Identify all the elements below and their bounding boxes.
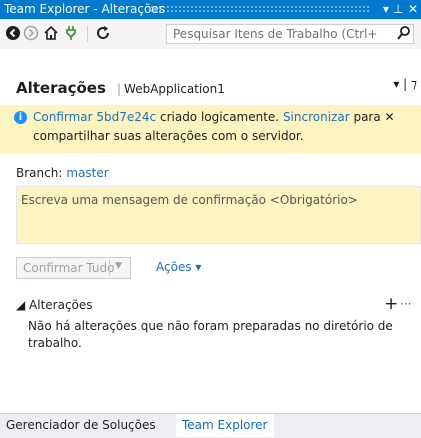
notice-text-middle: criado logicamente. (156, 110, 283, 124)
refresh-icon[interactable] (94, 25, 112, 43)
close-icon[interactable]: ✕ (408, 1, 418, 17)
toolbar: Pesquisar Itens de Trabalho (Ctrl+ (0, 19, 421, 49)
branch-info: Branch: master (16, 166, 109, 180)
page-menu-dropdown[interactable]: ▾ | ⁊ (393, 77, 417, 91)
more-options-icon[interactable]: ··· (400, 297, 411, 311)
commit-message-placeholder: Escreva uma mensagem de confirmação <Obr… (21, 193, 358, 207)
pin-icon[interactable]: ▾ ⊥ (383, 1, 403, 17)
window-title-bar: Team Explorer - Alterações ▾ ⊥ ✕ (0, 0, 421, 19)
changes-section-header[interactable]: ◢ Alterações (16, 298, 93, 312)
page-subtitle: | WebApplication1 (117, 82, 225, 96)
commit-link[interactable]: Confirmar 5bd7e24c (33, 110, 156, 124)
branch-label: Branch: (16, 166, 63, 180)
toolbar-separator (87, 26, 88, 42)
split-separator (109, 260, 110, 276)
tab-team-explorer[interactable]: Team Explorer (176, 414, 274, 437)
search-icon[interactable] (397, 25, 411, 45)
info-notice: i Confirmar 5bd7e24c criado logicamente.… (0, 105, 421, 153)
page-header: Alterações | WebApplication1 ▾ | ⁊ (0, 49, 421, 105)
page-title: Alterações (16, 79, 106, 97)
connect-icon[interactable] (62, 25, 80, 43)
search-placeholder: Pesquisar Itens de Trabalho (Ctrl+ (173, 27, 378, 41)
search-work-items-input[interactable]: Pesquisar Itens de Trabalho (Ctrl+ (166, 24, 414, 44)
notice-line-2: compartilhar suas alterações com o servi… (33, 129, 304, 143)
close-notice-icon[interactable]: ✕ (385, 110, 395, 124)
commit-all-button[interactable]: Confirmar Tudo ▼ (16, 257, 131, 279)
project-name: WebApplication1 (124, 82, 225, 96)
stage-all-icon[interactable]: + (384, 294, 398, 314)
title-bar-grip[interactable] (150, 5, 370, 13)
back-icon[interactable] (4, 25, 22, 43)
tab-solution-explorer[interactable]: Gerenciador de Soluções (0, 414, 162, 437)
home-icon[interactable] (42, 25, 60, 43)
notice-line-1: Confirmar 5bd7e24c criado logicamente. S… (33, 110, 395, 124)
info-icon: i (14, 111, 27, 124)
commit-message-input[interactable]: Escreva uma mensagem de confirmação <Obr… (16, 186, 421, 244)
branch-name[interactable]: master (66, 166, 108, 180)
sync-link[interactable]: Sincronizar (283, 110, 350, 124)
forward-icon[interactable] (22, 25, 40, 43)
chevron-down-icon[interactable]: ▼ (115, 261, 122, 271)
actions-dropdown[interactable]: Ações ▾ (156, 260, 201, 274)
commit-all-label: Confirmar Tudo (23, 261, 115, 275)
bottom-tabs: Gerenciador de Soluções Team Explorer (0, 413, 421, 438)
no-changes-message: Não há alterações que não foram preparad… (28, 319, 393, 350)
notice-text-end: para (349, 110, 385, 124)
window-title: Team Explorer - Alterações (4, 2, 165, 16)
